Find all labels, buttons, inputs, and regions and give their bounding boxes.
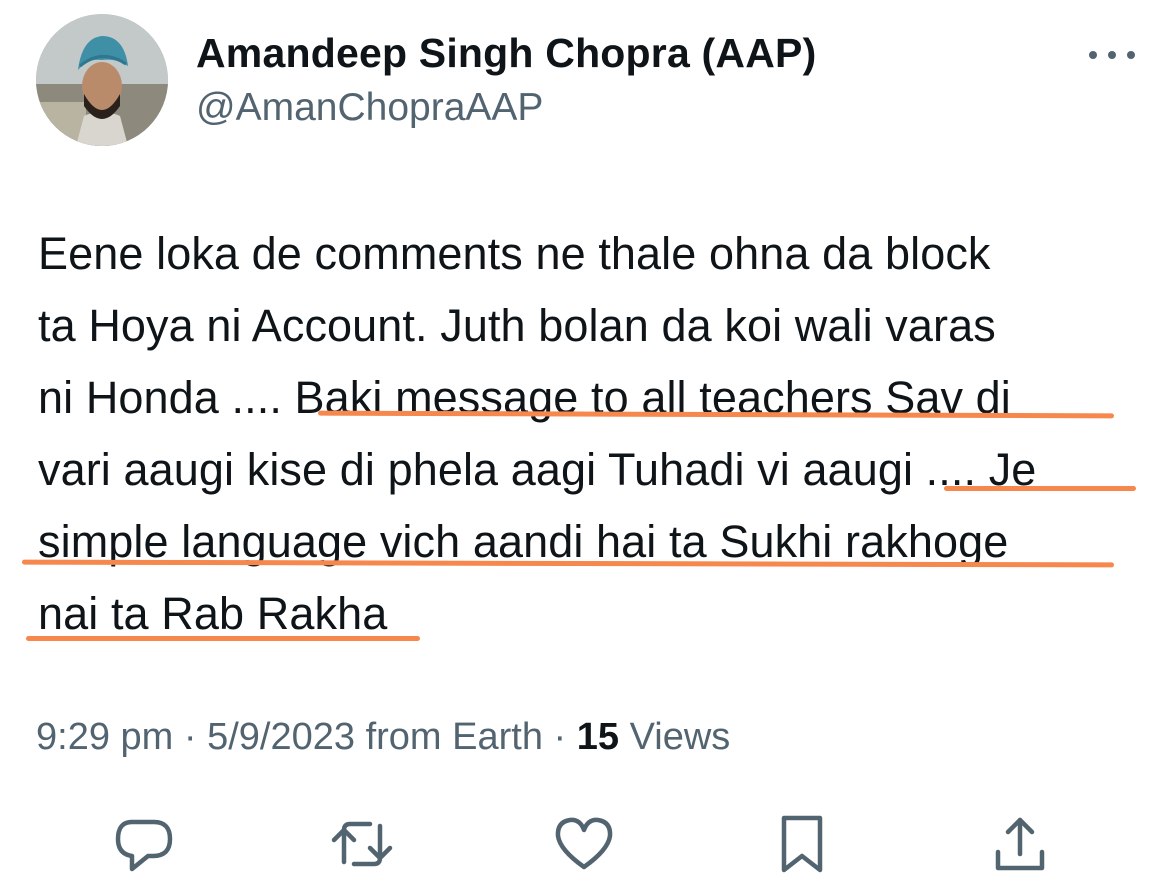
like-button[interactable]	[552, 812, 616, 876]
tweet-text-line: ta Hoya ni Account. Juth bolan da koi wa…	[38, 300, 996, 351]
bookmark-icon	[781, 815, 823, 873]
bookmark-button[interactable]	[770, 812, 834, 876]
author-display-name[interactable]: Amandeep Singh Chopra (AAP)	[196, 30, 816, 77]
share-icon	[995, 817, 1045, 871]
meta-separator: ·	[542, 716, 577, 758]
tweet-text-line: nai ta Rab Rakha	[38, 588, 388, 639]
reply-icon	[115, 819, 173, 872]
retweet-icon	[331, 821, 393, 867]
highlight-underline	[26, 636, 420, 641]
like-icon	[555, 817, 613, 870]
retweet-button[interactable]	[330, 812, 394, 876]
tweet-date[interactable]: 5/9/2023	[207, 716, 355, 758]
author-handle[interactable]: @AmanChopraAAP	[196, 86, 543, 130]
tweet-text-line: vari aaugi kise di phela aagi Tuhadi vi …	[38, 444, 1037, 495]
profile-photo-icon	[36, 14, 168, 146]
ellipsis-icon	[1108, 51, 1116, 59]
avatar[interactable]	[36, 14, 168, 146]
more-options-button[interactable]	[1083, 34, 1143, 74]
tweet-meta: 9:29 pm · 5/9/2023 from Earth · 15 Views	[36, 716, 730, 759]
ellipsis-icon	[1127, 51, 1135, 59]
reply-button[interactable]	[112, 812, 176, 876]
tweet-card: Amandeep Singh Chopra (AAP) @AmanChopraA…	[0, 0, 1170, 892]
share-button[interactable]	[988, 812, 1052, 876]
meta-separator: ·	[173, 716, 208, 758]
tweet-source: from Earth	[355, 716, 543, 758]
views-label[interactable]: Views	[619, 716, 731, 758]
tweet-text-line: Eene loka de comments ne thale ohna da b…	[38, 228, 991, 279]
ellipsis-icon	[1089, 51, 1097, 59]
tweet-time[interactable]: 9:29 pm	[36, 716, 173, 758]
views-count[interactable]: 15	[577, 716, 619, 758]
highlight-underline	[944, 486, 1136, 491]
